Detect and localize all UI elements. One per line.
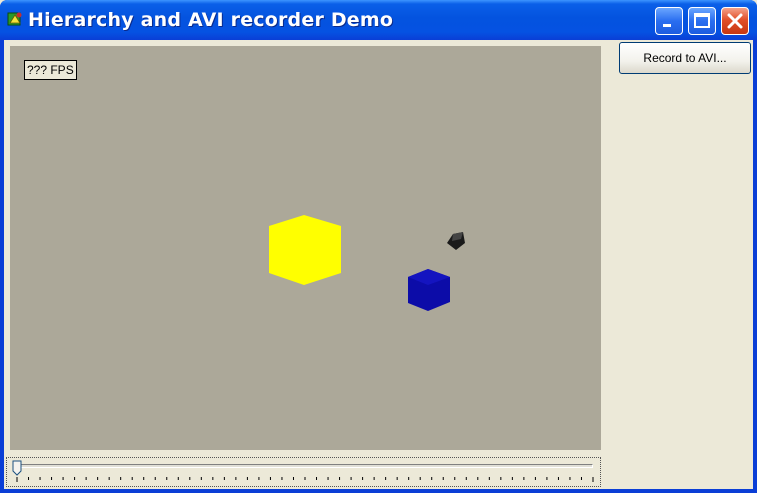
window-title: Hierarchy and AVI recorder Demo [28, 9, 394, 31]
maximize-button[interactable] [688, 7, 716, 35]
close-icon [727, 13, 743, 29]
client-area: ??? FPS Record to AVI... [4, 40, 753, 489]
record-to-avi-button[interactable]: Record to AVI... [619, 42, 751, 74]
fps-label: ??? FPS [24, 60, 77, 80]
app-icon [7, 12, 22, 26]
app-window: Hierarchy and AVI recorder Demo ??? FPS … [0, 0, 757, 493]
close-button[interactable] [721, 7, 749, 35]
render-viewport[interactable]: ??? FPS [10, 46, 601, 450]
slider-thumb[interactable] [12, 460, 22, 476]
yellow-cube [269, 215, 341, 285]
minimize-icon [663, 24, 671, 27]
slider-track[interactable] [13, 464, 593, 468]
slider-ticks [16, 477, 594, 482]
scene-canvas [269, 215, 465, 311]
timeline-slider[interactable] [6, 457, 601, 487]
minimize-button[interactable] [655, 7, 683, 35]
title-bar[interactable]: Hierarchy and AVI recorder Demo [0, 0, 757, 40]
maximize-icon [694, 13, 710, 28]
